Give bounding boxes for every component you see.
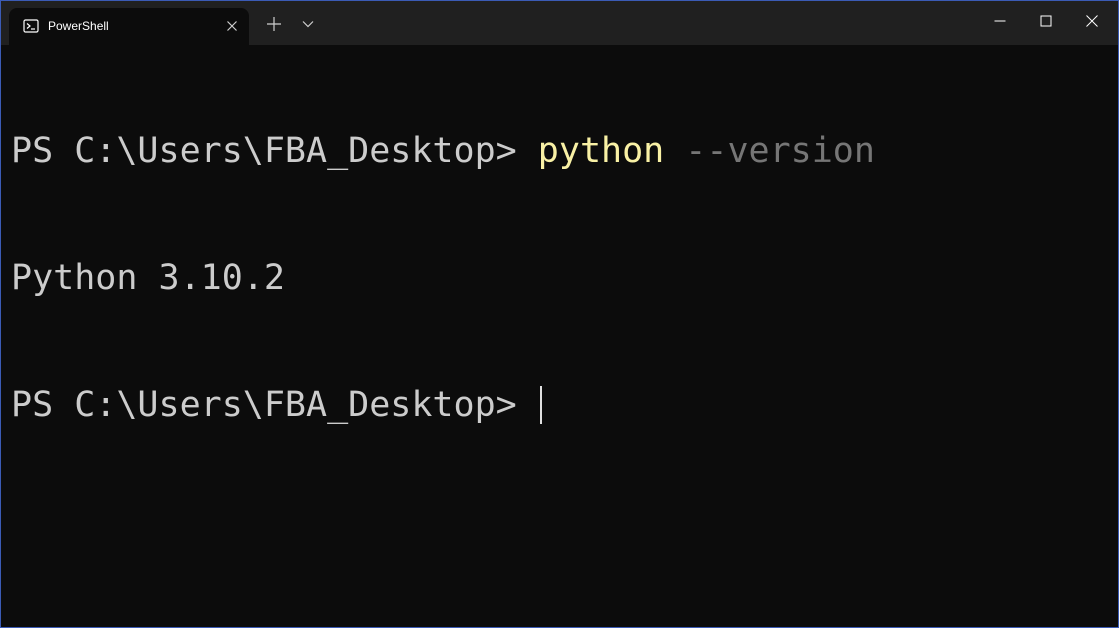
- terminal-output[interactable]: PS C:\Users\FBA_Desktop> python --versio…: [11, 45, 1111, 619]
- powershell-icon: [23, 18, 39, 34]
- prompt: PS C:\Users\FBA_Desktop>: [11, 385, 538, 425]
- terminal-window: PowerShell PS C:\Users\FBA_Desktop> pyth…: [0, 0, 1119, 628]
- close-icon[interactable]: [1069, 1, 1115, 41]
- terminal-line: PS C:\Users\FBA_Desktop>: [11, 379, 1111, 426]
- plus-icon[interactable]: [263, 13, 285, 35]
- tab-powershell[interactable]: PowerShell: [9, 8, 249, 45]
- close-tab-icon[interactable]: [222, 16, 242, 36]
- minimize-icon[interactable]: [977, 1, 1023, 41]
- command-text: python: [537, 131, 665, 171]
- argument-text: --version: [664, 131, 875, 171]
- output-text: Python 3.10.2: [11, 258, 285, 298]
- title-bar[interactable]: PowerShell: [1, 1, 1118, 45]
- prompt: PS C:\Users\FBA_Desktop>: [11, 131, 538, 171]
- maximize-icon[interactable]: [1023, 1, 1069, 41]
- terminal-line: PS C:\Users\FBA_Desktop> python --versio…: [11, 125, 1111, 172]
- chevron-down-icon[interactable]: [297, 13, 319, 35]
- text-cursor: [539, 386, 542, 424]
- terminal-line: Python 3.10.2: [11, 252, 1111, 299]
- tab-title: PowerShell: [48, 19, 109, 33]
